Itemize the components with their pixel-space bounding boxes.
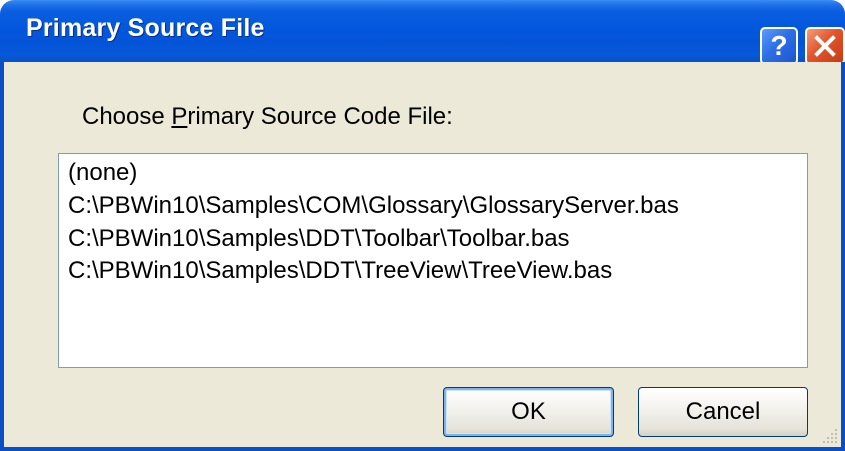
list-item[interactable]: C:\PBWin10\Samples\DDT\TreeView\TreeView… [68, 257, 612, 285]
dialog-window: Primary Source File ? Choose Primary Sou… [0, 0, 845, 451]
help-button[interactable]: ? [760, 27, 798, 65]
close-button[interactable] [805, 27, 845, 65]
resize-grip-icon[interactable] [821, 427, 839, 445]
label-text-start: Choose [82, 103, 172, 130]
window-title: Primary Source File [26, 14, 265, 42]
help-icon: ? [770, 30, 788, 61]
title-bar[interactable]: Primary Source File [0, 0, 845, 62]
source-file-listbox[interactable]: (none) C:\PBWin10\Samples\COM\Glossary\G… [58, 153, 808, 368]
label-text-end: rimary Source Code File: [187, 103, 453, 130]
close-icon [814, 35, 836, 57]
ok-button[interactable]: OK [443, 387, 614, 437]
list-item[interactable]: C:\PBWin10\Samples\COM\Glossary\Glossary… [68, 192, 679, 220]
cancel-button[interactable]: Cancel [638, 387, 808, 437]
list-item[interactable]: C:\PBWin10\Samples\DDT\Toolbar\Toolbar.b… [68, 225, 570, 253]
listbox-label: Choose Primary Source Code File: [82, 103, 453, 131]
label-mnemonic: P [171, 103, 188, 130]
list-item[interactable]: (none) [68, 159, 137, 187]
